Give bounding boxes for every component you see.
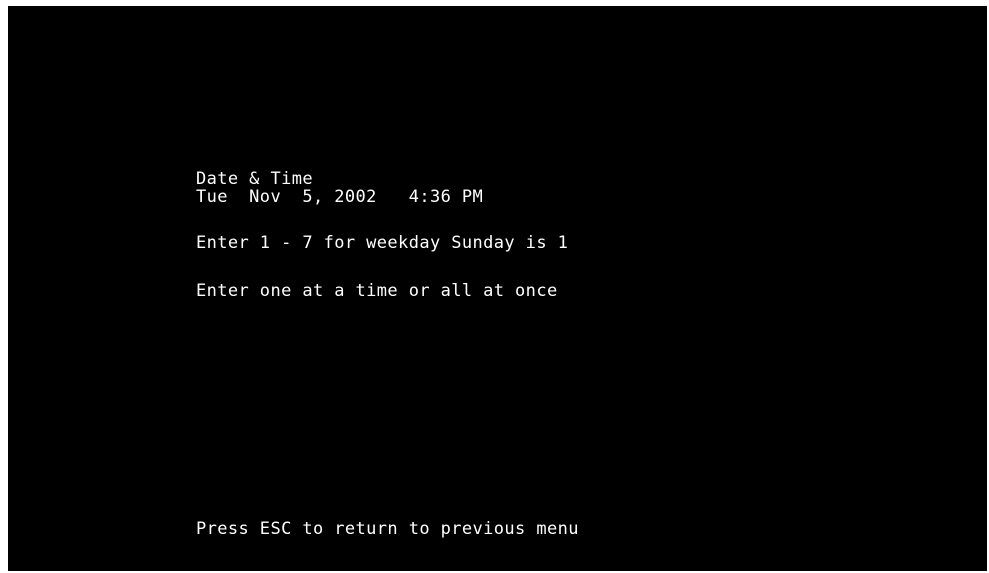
weekday-instruction: Enter 1 - 7 for weekday Sunday is 1 bbox=[196, 233, 569, 253]
escape-hint: Press ESC to return to previous menu bbox=[196, 519, 579, 539]
entry-instruction: Enter one at a time or all at once bbox=[196, 281, 558, 301]
terminal-screen: Date & Time Tue Nov 5, 2002 4:36 PM Ente… bbox=[8, 6, 987, 571]
current-datetime: Tue Nov 5, 2002 4:36 PM bbox=[196, 187, 484, 207]
screen-title: Date & Time bbox=[196, 169, 313, 189]
